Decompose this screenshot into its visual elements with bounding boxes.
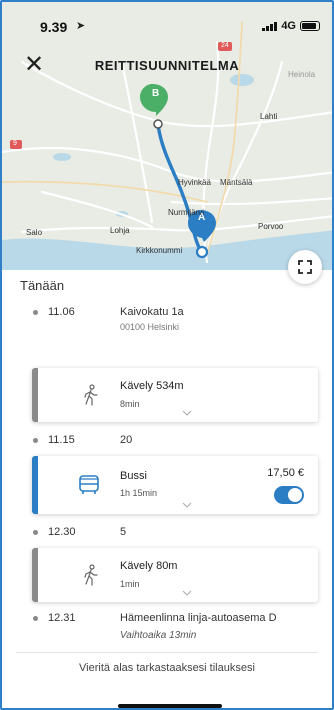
map-label-salo: Salo: [26, 228, 43, 237]
chevron-down-icon[interactable]: [182, 410, 192, 416]
stop-name: Kaivokatu 1a: [120, 306, 184, 318]
walking-icon: [84, 384, 98, 406]
leg-duration: 1min: [120, 579, 140, 589]
leg-walk-2[interactable]: Kävely 80m 1min: [32, 548, 318, 602]
map-label-porvoo: Porvoo: [258, 222, 284, 231]
status-bar: 9.39 ➤ 4G: [2, 2, 332, 46]
stop-time: 11.15: [48, 434, 75, 446]
leg-bus[interactable]: Bussi 1h 15min 17,50 €: [32, 456, 318, 514]
home-indicator[interactable]: [118, 704, 222, 708]
status-right: 4G: [262, 20, 320, 32]
signal-icon: [262, 21, 278, 31]
marker-b-label: B: [152, 88, 160, 99]
stop-time: 12.31: [48, 612, 76, 624]
stop-name: 20: [120, 434, 133, 446]
stop-dot: [33, 530, 38, 535]
fullscreen-icon: [298, 260, 312, 274]
stop-dot: [33, 616, 38, 621]
itinerary-panel: Tänään 11.06 Kaivokatu 1a 00100 Helsinki…: [2, 270, 332, 708]
expand-map-button[interactable]: [288, 250, 322, 284]
leg-mode: Kävely 80m: [120, 560, 178, 572]
stop-dot: [33, 310, 38, 315]
map-label-kirkkonummi: Kirkkonummi: [136, 246, 183, 255]
map-label-hyvinkaa: Hyvinkää: [178, 178, 211, 187]
leg-mode: Bussi: [120, 470, 147, 482]
road-badge-9: 9: [13, 140, 17, 147]
footer-divider: [16, 652, 318, 653]
map-label-mantsala: Mäntsälä: [220, 178, 253, 187]
transfer-time: Vaihtoaika 13min: [120, 630, 197, 641]
leg-strip: [32, 368, 38, 422]
header: ✕ REITTISUUNNITELMA: [2, 46, 332, 86]
app-frame: B A 24 9 Heinola Lahti Hyvinkää Mäntsälä…: [0, 0, 334, 710]
leg-walk-1[interactable]: Kävely 534m 8min: [32, 368, 318, 422]
stop-dot: [33, 438, 38, 443]
location-arrow-icon: ➤: [76, 20, 86, 32]
stop-name: 5: [120, 526, 127, 538]
map-label-nurmijarvi: Nurmijärvi: [168, 208, 204, 217]
map-label-lahti: Lahti: [260, 112, 278, 121]
battery-icon: [300, 21, 320, 31]
page-title: REITTISUUNNITELMA: [94, 58, 240, 73]
network-type: 4G: [281, 20, 296, 32]
stop-time: 12.30: [48, 526, 76, 538]
bus-icon: [79, 475, 99, 494]
leg-strip: [32, 548, 38, 602]
leg-price: 17,50 €: [267, 467, 304, 479]
leg-duration: 8min: [120, 399, 140, 409]
map-label-lohja: Lohja: [110, 226, 130, 235]
walking-icon: [84, 564, 98, 586]
chevron-down-icon[interactable]: [182, 590, 192, 596]
stop-name: Hämeenlinna linja-autoasema D: [120, 612, 277, 624]
status-time: 9.39: [40, 19, 68, 35]
leg-mode: Kävely 534m: [120, 380, 184, 392]
leg-strip: [32, 456, 38, 514]
chevron-down-icon[interactable]: [182, 502, 192, 508]
bus-ticket-toggle[interactable]: [274, 486, 304, 504]
stop-time: 11.06: [48, 306, 75, 318]
day-label: Tänään: [20, 278, 65, 293]
stop-address: 00100 Helsinki: [120, 322, 180, 332]
leg-duration: 1h 15min: [120, 488, 158, 498]
scroll-hint: Vieritä alas tarkastaaksesi tilauksesi: [79, 662, 255, 674]
